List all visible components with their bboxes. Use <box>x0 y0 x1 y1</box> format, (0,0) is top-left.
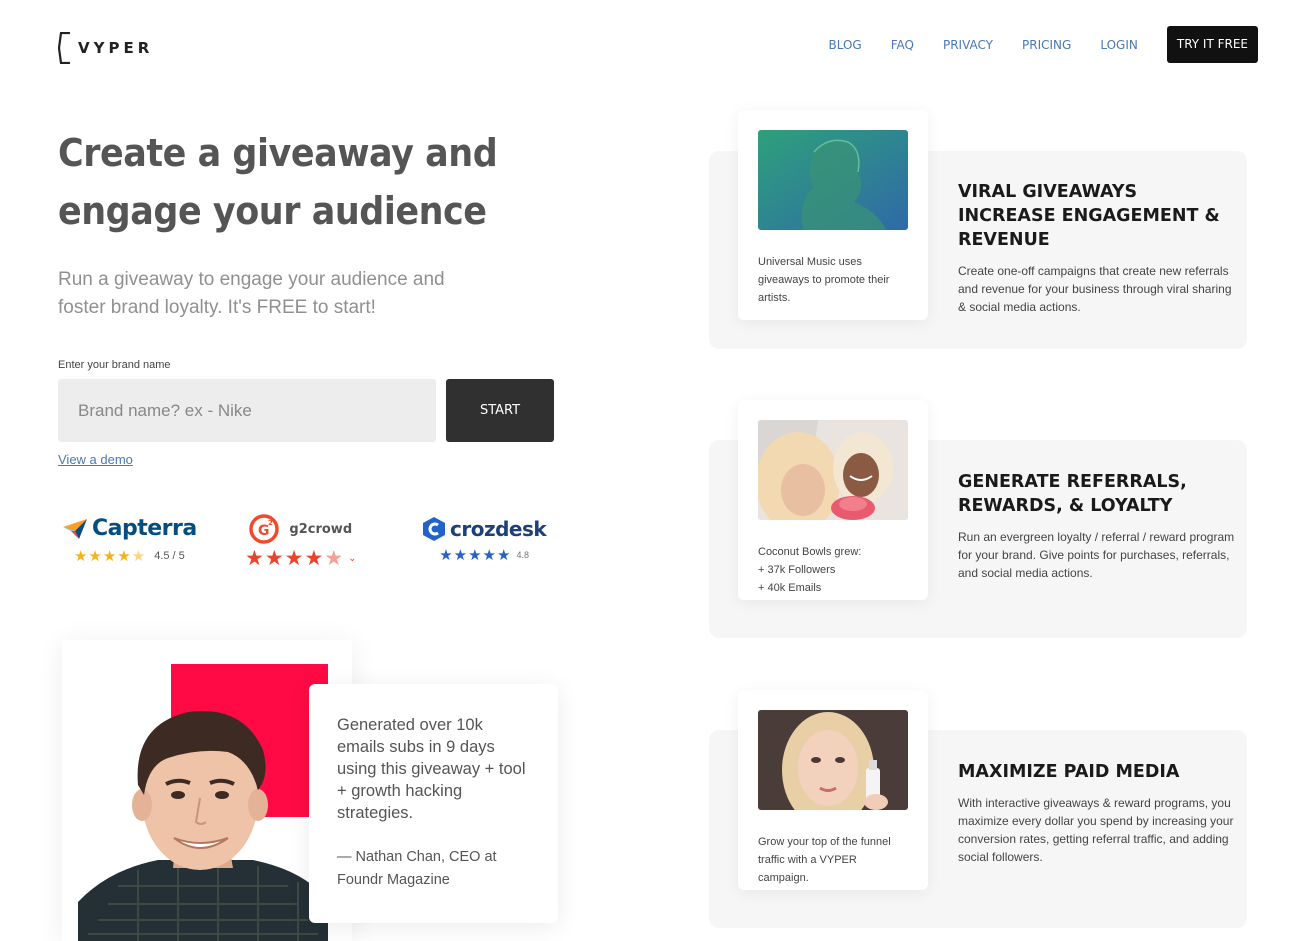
nav-faq[interactable]: FAQ <box>891 38 914 52</box>
capterra-badge[interactable]: Capterra ★★★★★ 4.5 / 5 <box>62 516 197 565</box>
crozdesk-stars: ★★★★★ <box>439 547 512 564</box>
view-demo-link[interactable]: View a demo <box>58 452 133 467</box>
feature-description-2: Run an evergreen loyalty / referral / re… <box>958 530 1235 580</box>
feature-title-2: GENERATE REFERRALS, REWARDS, & LOYALTY <box>958 472 1187 516</box>
chevron-down-icon: ⌄ <box>348 553 357 564</box>
vyper-logo[interactable]: VYPER <box>58 32 153 64</box>
hero-title-line-1: Create a giveaway and <box>58 131 498 175</box>
capterra-stars: ★★★★★ <box>73 548 147 565</box>
nav-login[interactable]: LOGIN <box>1100 38 1138 52</box>
brand-name-label: Enter your brand name <box>58 359 171 371</box>
testimonial-quote-card: Generated over 10k emails subs in 9 days… <box>309 684 558 923</box>
hero-subtitle: Run a giveaway to engage your audience a… <box>58 266 458 322</box>
universal-music-image <box>758 130 908 230</box>
crozdesk-rating: 4.8 <box>516 550 529 560</box>
crozdesk-name: crozdesk <box>450 517 547 541</box>
logo-mark-icon <box>58 32 70 64</box>
logo-text: VYPER <box>78 39 154 57</box>
influencer-image <box>758 710 908 828</box>
g2crowd-name: g2crowd <box>289 521 353 537</box>
feature-card-universal-music: Universal Music uses giveaways to promot… <box>738 110 928 320</box>
feature-card-coconut-bowls: Coconut Bowls grew: + 37k Followers + 40… <box>738 400 928 600</box>
feature-title-3: MAXIMIZE PAID MEDIA <box>958 762 1180 782</box>
coconut-bowls-image <box>756 420 908 532</box>
feature-caption-2-line-1: Coconut Bowls grew: <box>758 546 862 558</box>
feature-card-influencer: Grow your top of the funnel traffic with… <box>738 690 928 890</box>
g2-logo-icon: G 2 <box>249 514 280 544</box>
feature-caption-2-line-2: + 37k Followers <box>758 564 836 576</box>
nav-pricing[interactable]: PRICING <box>1022 38 1071 52</box>
crozdesk-logo-icon <box>423 517 445 541</box>
brand-name-input[interactable] <box>58 379 436 442</box>
testimonial-author: — Nathan Chan, CEO at Foundr Magazine <box>337 846 530 892</box>
nav-privacy[interactable]: PRIVACY <box>943 38 993 52</box>
crozdesk-badge[interactable]: crozdesk ★★★★★ 4.8 <box>422 516 547 564</box>
feature-caption-2: Coconut Bowls grew: + 37k Followers + 40… <box>758 543 908 597</box>
svg-text:2: 2 <box>268 519 273 527</box>
testimonial-quote: Generated over 10k emails subs in 9 days… <box>337 716 526 822</box>
nav-blog[interactable]: BLOG <box>828 38 861 52</box>
testimonial-author-line-2: Foundr Magazine <box>337 872 450 888</box>
g2crowd-stars: ★★★★★ <box>245 547 345 570</box>
feature-caption-2-line-3: + 40k Emails <box>758 582 822 594</box>
g2crowd-badge[interactable]: G 2 g2crowd ★★★★★ ⌄ <box>245 514 357 571</box>
capterra-rating: 4.5 / 5 <box>154 550 185 562</box>
hero-title-line-2: engage your audience <box>58 189 487 233</box>
feature-caption-3: Grow your top of the funnel traffic with… <box>758 836 891 884</box>
start-button[interactable]: START <box>446 379 554 442</box>
try-it-free-button[interactable]: TRY IT FREE <box>1166 26 1258 63</box>
hero-subtitle-line-1: Run a giveaway to engage your audience a… <box>58 269 445 290</box>
capterra-logo-icon <box>63 518 87 539</box>
hero-title: Create a giveaway and engage your audien… <box>58 124 536 240</box>
hero-subtitle-line-2: foster brand loyalty. It's FREE to start… <box>58 297 376 318</box>
feature-description-3: With interactive giveaways & reward prog… <box>958 796 1234 864</box>
feature-title-1: VIRAL GIVEAWAYS INCREASE ENGAGEMENT & RE… <box>958 182 1220 250</box>
capterra-name: Capterra <box>92 516 197 541</box>
top-nav: BLOG FAQ PRIVACY PRICING LOGIN TRY IT FR… <box>828 26 1258 63</box>
feature-caption-1: Universal Music uses giveaways to promot… <box>758 256 890 304</box>
testimonial-person-photo <box>78 711 328 941</box>
testimonial-author-line-1: — Nathan Chan, CEO at <box>337 849 497 865</box>
feature-description-1: Create one-off campaigns that create new… <box>958 264 1232 314</box>
